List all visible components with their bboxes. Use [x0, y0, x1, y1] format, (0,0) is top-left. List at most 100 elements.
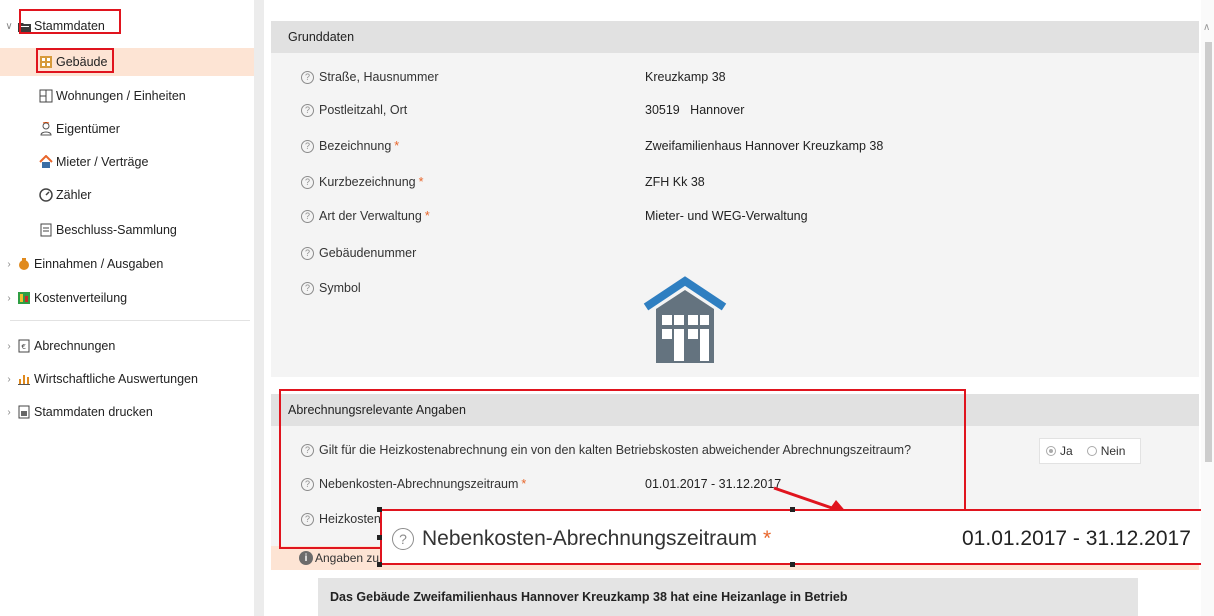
chevron-right-icon[interactable]: ›: [2, 374, 16, 385]
field-abweichend-label: ? Gilt für die Heizkostenabrechnung ein …: [301, 440, 911, 460]
nav-mieter-label: Mieter / Verträge: [56, 155, 149, 169]
chevron-right-icon[interactable]: ›: [2, 293, 16, 304]
field-heizkosten-label: ? Heizkosten-: [301, 509, 385, 529]
help-icon[interactable]: ?: [301, 512, 314, 526]
resize-handle[interactable]: [377, 562, 382, 567]
zoom-label: ? Nebenkosten-Abrechnungszeitraum *: [392, 522, 771, 556]
field-gebaeudenummer-label: ? Gebäudenummer: [301, 243, 416, 263]
heizanlage-notice: Das Gebäude Zweifamilienhaus Hannover Kr…: [318, 578, 1138, 616]
nav-abrechnungen[interactable]: › € Abrechnungen: [0, 332, 115, 360]
help-icon: ?: [392, 528, 414, 550]
units-icon: [38, 88, 54, 104]
field-symbol-text: Symbol: [319, 281, 361, 295]
help-icon[interactable]: ?: [301, 246, 314, 260]
field-nebenkosten-label: ? Nebenkosten-Abrechnungszeitraum *: [301, 474, 526, 494]
help-icon[interactable]: ?: [301, 209, 314, 223]
nav-eigentuemer[interactable]: Eigentümer: [0, 115, 120, 143]
chevron-down-icon[interactable]: ∨: [2, 21, 16, 32]
abrechnung-header: Abrechnungsrelevante Angaben: [271, 394, 1199, 426]
required-marker: *: [418, 175, 424, 189]
resize-handle[interactable]: [790, 507, 795, 512]
building-icon: [38, 54, 54, 70]
field-bezeichnung-value[interactable]: Zweifamilienhaus Hannover Kreuzkamp 38: [645, 136, 883, 156]
nav-drucken-label: Stammdaten drucken: [34, 405, 153, 419]
nav-beschluss[interactable]: Beschluss-Sammlung: [0, 216, 177, 244]
grunddaten-header: Grunddaten: [271, 21, 1199, 53]
nav-zaehler-label: Zähler: [56, 188, 92, 202]
nav-gebaeude-label: Gebäude: [56, 55, 108, 69]
field-nebenkosten-value[interactable]: 01.01.2017 - 31.12.2017: [645, 474, 781, 494]
nav-stammdaten[interactable]: ∨ Stammdaten: [0, 12, 105, 40]
help-icon[interactable]: ?: [301, 477, 314, 491]
radio-ja-label: Ja: [1060, 444, 1073, 458]
nav-wirtschaftliche[interactable]: › Wirtschaftliche Auswertungen: [0, 365, 198, 393]
invoice-icon: €: [16, 338, 32, 354]
field-plz-text: Postleitzahl, Ort: [319, 103, 408, 117]
pane-splitter[interactable]: [254, 0, 264, 616]
help-icon[interactable]: ?: [301, 139, 314, 153]
navigation-sidebar: ∨ Stammdaten Gebäude Wohnungen / Einheit…: [0, 0, 254, 616]
required-marker: *: [521, 477, 527, 491]
radio-nein-label: Nein: [1100, 444, 1126, 458]
nav-abrechnungen-label: Abrechnungen: [34, 339, 116, 353]
info-icon: i: [299, 551, 313, 565]
resize-handle[interactable]: [377, 507, 382, 512]
required-marker: *: [763, 527, 772, 550]
divider: [10, 320, 250, 321]
help-icon[interactable]: ?: [301, 70, 314, 84]
field-bezeichnung-label: ? Bezeichnung *: [301, 136, 399, 156]
document-icon: [38, 222, 54, 238]
field-strasse-label: ? Straße, Hausnummer: [301, 67, 438, 87]
nav-stammdaten-label: Stammdaten: [34, 19, 105, 33]
field-strasse-text: Straße, Hausnummer: [319, 70, 439, 84]
nav-zaehler[interactable]: Zähler: [0, 181, 91, 209]
scrollbar-thumb[interactable]: [1205, 42, 1212, 462]
distribution-icon: [16, 290, 32, 306]
abrechnung-title: Abrechnungsrelevante Angaben: [288, 403, 466, 417]
nav-wohnungen[interactable]: Wohnungen / Einheiten: [0, 82, 186, 110]
help-icon[interactable]: ?: [301, 443, 314, 457]
tenant-house-icon: [38, 154, 54, 170]
field-plz-value[interactable]: 30519 Hannover: [645, 100, 744, 120]
help-icon[interactable]: ?: [301, 175, 314, 189]
radio-nein[interactable]: [1086, 446, 1097, 456]
radio-ja[interactable]: [1046, 446, 1056, 456]
nav-kostenverteilung[interactable]: › Kostenverteilung: [0, 284, 127, 312]
abweichend-radio-group: Ja Nein: [1039, 438, 1141, 464]
nav-mieter[interactable]: Mieter / Verträge: [0, 148, 148, 176]
field-strasse-value[interactable]: Kreuzkamp 38: [645, 67, 726, 87]
heizanlage-text: Das Gebäude Zweifamilienhaus Hannover Kr…: [330, 590, 848, 604]
folder-icon: [16, 18, 32, 34]
resize-handle[interactable]: [377, 535, 382, 540]
help-icon[interactable]: ?: [301, 281, 314, 295]
resize-handle[interactable]: [790, 562, 795, 567]
field-gebaeudenummer-text: Gebäudenummer: [319, 246, 417, 260]
nav-wohnungen-label: Wohnungen / Einheiten: [56, 89, 186, 103]
nav-drucken[interactable]: › Stammdaten drucken: [0, 398, 153, 426]
nav-beschluss-label: Beschluss-Sammlung: [56, 223, 177, 237]
owner-icon: [38, 121, 54, 137]
field-nebenkosten-text: Nebenkosten-Abrechnungszeitraum: [319, 477, 519, 491]
nav-gebaeude[interactable]: Gebäude: [0, 48, 107, 76]
nav-kostenverteilung-label: Kostenverteilung: [34, 291, 128, 305]
field-symbol-label: ? Symbol: [301, 278, 361, 298]
field-kurzbezeichnung-label: ? Kurzbezeichnung *: [301, 172, 423, 192]
field-kurzbezeichnung-value[interactable]: ZFH Kk 38: [645, 172, 705, 192]
field-verwaltung-text: Art der Verwaltung: [319, 209, 422, 223]
field-heizkosten-text: Heizkosten-: [319, 512, 385, 526]
help-icon[interactable]: ?: [301, 103, 314, 117]
chevron-right-icon[interactable]: ›: [2, 341, 16, 352]
zoom-label-text: Nebenkosten-Abrechnungszeitraum: [422, 527, 758, 550]
chevron-right-icon[interactable]: ›: [2, 259, 16, 270]
scroll-up-icon[interactable]: ∧: [1203, 22, 1210, 33]
field-verwaltung-value[interactable]: Mieter- und WEG-Verwaltung: [645, 206, 808, 226]
meter-icon: [38, 187, 54, 203]
svg-text:€: €: [22, 343, 26, 351]
nav-einnahmen[interactable]: › Einnahmen / Ausgaben: [0, 250, 163, 278]
field-abweichend-text: Gilt für die Heizkostenabrechnung ein vo…: [319, 443, 912, 457]
chevron-right-icon[interactable]: ›: [2, 407, 16, 418]
bar-chart-icon: [16, 371, 32, 387]
building-symbol-icon[interactable]: [640, 275, 730, 365]
grunddaten-title: Grunddaten: [288, 30, 355, 44]
zoom-value: 01.01.2017 - 31.12.2017: [962, 527, 1191, 550]
